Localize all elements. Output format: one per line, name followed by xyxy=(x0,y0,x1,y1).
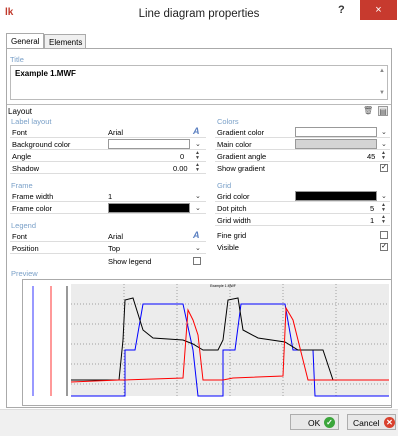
show-legend-label: Show legend xyxy=(108,257,152,266)
frame-heading: Frame xyxy=(11,181,33,190)
dot-pitch-value[interactable]: 5 xyxy=(370,204,374,213)
frame-width-value[interactable]: 1 xyxy=(108,192,112,201)
font-a-icon[interactable]: A xyxy=(193,230,200,240)
show-gradient-checkbox[interactable]: ✓ xyxy=(380,164,388,172)
row-font: Font Arial A xyxy=(10,126,206,138)
chevron-down-icon[interactable]: ⌄ xyxy=(381,192,387,200)
gradient-angle-value[interactable]: 45 xyxy=(367,152,375,161)
scroll-up-icon[interactable]: ▲ xyxy=(379,68,385,74)
row-angle: Angle 0 ▲ ▼ xyxy=(10,151,206,162)
row-visible: Visible ✓ xyxy=(215,242,390,253)
angle-value[interactable]: 0 xyxy=(180,152,184,161)
layout-header: Layout xyxy=(7,104,391,116)
chevron-down-icon[interactable]: ⌄ xyxy=(195,140,201,148)
row-legend-font: Font Arial A xyxy=(10,230,206,242)
angle-label: Angle xyxy=(12,152,32,161)
font-label: Font xyxy=(12,128,28,137)
row-dot-pitch: Dot pitch 5 ▲ ▼ xyxy=(215,203,390,214)
row-shadow: Shadow 0.00 ▲ ▼ xyxy=(10,163,206,174)
visible-checkbox[interactable]: ✓ xyxy=(380,243,388,251)
fine-grid-checkbox[interactable] xyxy=(380,231,388,239)
help-button[interactable]: ? xyxy=(338,4,345,16)
show-gradient-label: Show gradient xyxy=(217,164,265,173)
row-grid-width: Grid width 1 ▲ ▼ xyxy=(215,215,390,226)
row-main-color: Main color ⌄ xyxy=(215,139,390,150)
cancel-label: Cancel xyxy=(353,418,380,428)
row-gradient-angle: Gradient angle 45 ▲ ▼ xyxy=(215,151,390,162)
grid-color-swatch[interactable] xyxy=(295,191,377,201)
row-legend-position: Position Top ⌄ xyxy=(10,243,206,254)
fine-grid-label: Fine grid xyxy=(217,231,247,240)
tab-elements[interactable]: Elements xyxy=(44,34,86,49)
spinner-icon[interactable]: ▲ ▼ xyxy=(381,151,386,161)
colors-heading: Colors xyxy=(217,117,239,126)
spinner-icon[interactable]: ▲ ▼ xyxy=(195,151,200,161)
legend-font-label: Font xyxy=(12,232,28,241)
preview-svg: Example 1.MWF xyxy=(32,284,389,397)
row-gradient-color: Gradient color ⌄ xyxy=(215,127,390,138)
row-show-legend: Show legend xyxy=(10,256,206,267)
cancel-icon: ✕ xyxy=(384,417,395,428)
row-background-color: Background color ⌄ xyxy=(10,139,206,150)
layout-icon[interactable]: ▤ xyxy=(378,106,388,116)
close-button[interactable]: × xyxy=(360,0,397,20)
spinner-icon[interactable]: ▲ ▼ xyxy=(195,163,200,173)
chevron-down-icon[interactable]: ⌄ xyxy=(381,128,387,136)
grid-width-value[interactable]: 1 xyxy=(370,216,374,225)
shadow-label: Shadow xyxy=(12,164,40,173)
title-group-label: Title xyxy=(10,55,24,64)
gradient-color-swatch[interactable] xyxy=(295,127,377,137)
check-icon: ✓ xyxy=(324,417,335,428)
spinner-icon[interactable]: ▲ ▼ xyxy=(381,203,386,213)
label-layout-heading: Label layout xyxy=(11,117,52,126)
visible-label: Visible xyxy=(217,243,239,252)
chevron-down-icon[interactable]: ⌄ xyxy=(195,244,201,252)
frame-color-label: Frame color xyxy=(12,204,53,213)
scroll-down-icon[interactable]: ▼ xyxy=(379,90,385,96)
legend-position-value[interactable]: Top xyxy=(108,244,120,253)
gradient-color-label: Gradient color xyxy=(217,128,265,137)
legend-font-value: Arial xyxy=(108,232,124,241)
background-color-swatch[interactable] xyxy=(108,139,190,149)
chevron-down-icon[interactable]: ⌄ xyxy=(195,204,201,212)
main-color-label: Main color xyxy=(217,140,252,149)
row-show-gradient: Show gradient ✓ xyxy=(215,163,390,174)
trash-icon[interactable]: 🗑 xyxy=(363,106,373,116)
background-color-label: Background color xyxy=(12,140,71,149)
legend-heading: Legend xyxy=(11,221,37,230)
gradient-angle-label: Gradient angle xyxy=(217,152,267,161)
title-textarea[interactable]: Example 1.MWF ▲ ▼ xyxy=(10,65,388,100)
show-legend-checkbox[interactable] xyxy=(193,257,201,265)
cancel-button[interactable]: Cancel ✕ xyxy=(347,414,396,430)
dot-pitch-label: Dot pitch xyxy=(217,204,247,213)
row-frame-color: Frame color ⌄ xyxy=(10,203,206,214)
ok-button[interactable]: OK ✓ xyxy=(290,414,339,430)
grid-heading: Grid xyxy=(217,181,232,190)
preview-label: Preview xyxy=(11,269,38,278)
ok-label: OK xyxy=(308,418,321,428)
font-a-icon[interactable]: A xyxy=(193,126,200,136)
shadow-value[interactable]: 0.00 xyxy=(173,164,188,173)
layout-header-label: Layout xyxy=(8,107,33,116)
title-bar: lk Line diagram properties ? × xyxy=(0,0,398,28)
preview-chart: Example 1.MWF xyxy=(22,279,392,406)
legend-position-label: Position xyxy=(12,244,39,253)
title-value: Example 1.MWF xyxy=(15,69,76,78)
chart-title: Example 1.MWF xyxy=(210,284,236,288)
row-grid-color: Grid color ⌄ xyxy=(215,191,390,202)
grid-color-label: Grid color xyxy=(217,192,250,201)
font-value: Arial xyxy=(108,128,124,137)
chevron-down-icon[interactable]: ⌄ xyxy=(195,192,201,200)
grid-width-label: Grid width xyxy=(217,216,251,225)
main-color-swatch[interactable] xyxy=(295,139,377,149)
spinner-icon[interactable]: ▲ ▼ xyxy=(381,215,386,225)
frame-color-swatch[interactable] xyxy=(108,203,190,213)
frame-width-label: Frame width xyxy=(12,192,54,201)
row-fine-grid: Fine grid xyxy=(215,230,390,241)
row-frame-width: Frame width 1 ⌄ xyxy=(10,191,206,202)
chevron-down-icon[interactable]: ⌄ xyxy=(381,140,387,148)
